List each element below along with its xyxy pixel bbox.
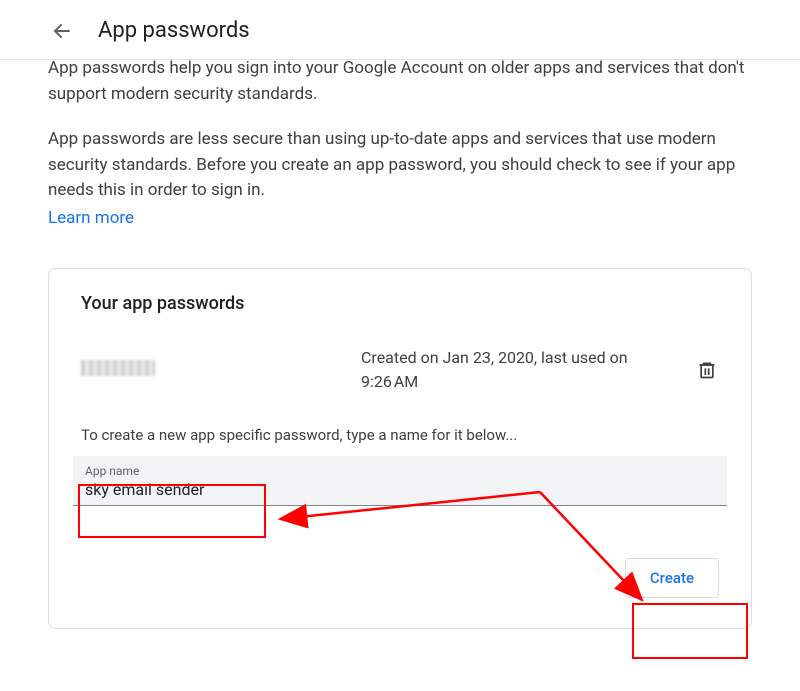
app-name-label: App name bbox=[85, 464, 715, 478]
existing-password-meta: Created on Jan 23, 2020, last used on 9:… bbox=[361, 346, 695, 394]
existing-password-name bbox=[81, 360, 361, 380]
create-instruction: To create a new app specific password, t… bbox=[73, 426, 727, 444]
create-button-row: Create bbox=[73, 558, 727, 598]
page-title: App passwords bbox=[98, 18, 250, 43]
intro-paragraph-2: App passwords are less secure than using… bbox=[48, 127, 752, 204]
page-header: App passwords bbox=[0, 0, 800, 60]
intro-paragraph-1: App passwords help you sign into your Go… bbox=[48, 56, 752, 107]
main-content: App passwords help you sign into your Go… bbox=[0, 56, 800, 629]
app-name-field[interactable]: App name bbox=[73, 456, 727, 506]
redacted-label bbox=[81, 360, 155, 376]
existing-password-row: Created on Jan 23, 2020, last used on 9:… bbox=[73, 342, 727, 414]
create-button[interactable]: Create bbox=[625, 558, 719, 598]
back-arrow-icon[interactable] bbox=[50, 19, 74, 43]
app-name-input[interactable] bbox=[85, 480, 715, 499]
card-title: Your app passwords bbox=[73, 293, 727, 314]
learn-more-link[interactable]: Learn more bbox=[48, 208, 134, 228]
delete-password-button[interactable] bbox=[695, 358, 719, 382]
passwords-card: Your app passwords Created on Jan 23, 20… bbox=[48, 268, 752, 629]
